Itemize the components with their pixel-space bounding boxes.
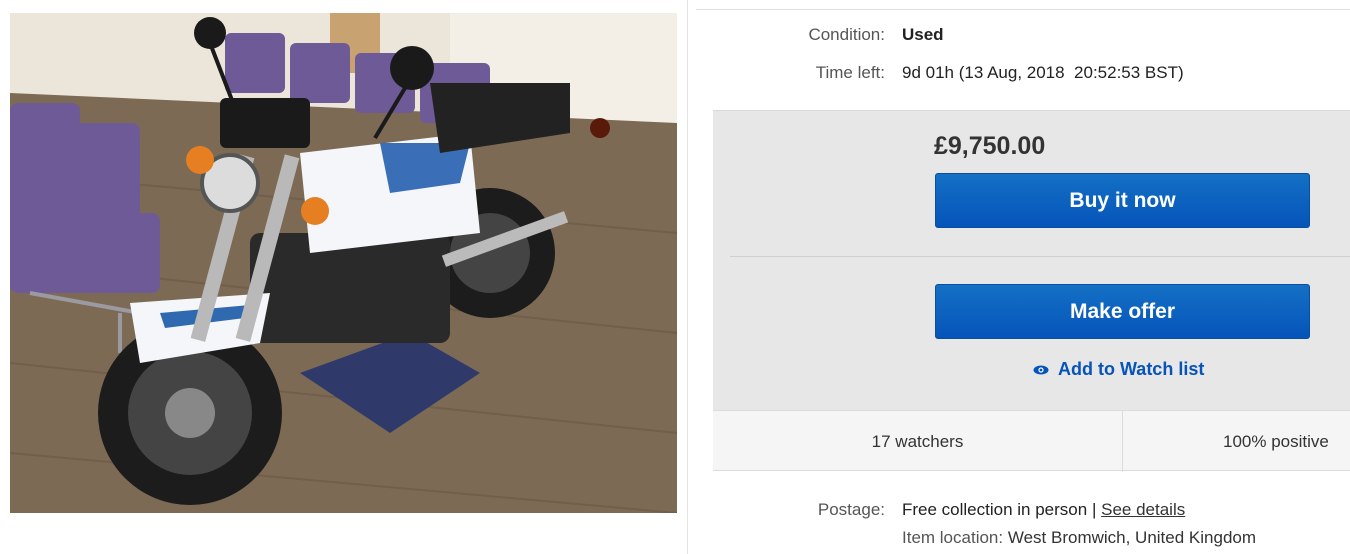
condition-label: Condition:	[808, 25, 885, 44]
buy-box-divider	[730, 256, 1350, 257]
time-left-label: Time left:	[815, 63, 885, 82]
time-left-row: Time left: 9d 01h (13 Aug, 2018 20:52:53…	[696, 63, 1350, 87]
seller-feedback: 100% positive	[1223, 431, 1329, 451]
watchers-count: 17 watchers	[713, 411, 1123, 472]
price: £9,750.00	[934, 132, 1046, 160]
photo-frame	[0, 0, 688, 554]
see-details-link[interactable]: See details	[1101, 500, 1185, 519]
eye-icon	[1033, 365, 1049, 374]
postage-section: Postage: Free collection in person | See…	[696, 498, 1350, 554]
top-divider	[696, 9, 1350, 10]
condition-row: Condition: Used	[696, 25, 1350, 49]
postage-method: Free collection in person	[902, 500, 1088, 519]
item-location-value: West Bromwich, United Kingdom	[1007, 528, 1257, 547]
item-location: Item location: West Bromwich, United Kin…	[902, 528, 1256, 548]
postage-separator: |	[1091, 500, 1097, 519]
add-to-watchlist-link[interactable]: Add to Watch list	[1033, 359, 1204, 380]
make-offer-button[interactable]: Make offer	[935, 284, 1310, 339]
postage-value: Free collection in person | See details	[902, 500, 1185, 520]
item-photo[interactable]	[10, 13, 677, 513]
item-location-label: Item location:	[902, 528, 1004, 547]
time-left-value: 9d 01h (13 Aug, 2018 20:52:53 BST)	[902, 63, 1184, 82]
buy-it-now-button[interactable]: Buy it now	[935, 173, 1310, 228]
item-details: Condition: Used Time left: 9d 01h (13 Au…	[696, 0, 1350, 554]
watchlist-label: Add to Watch list	[1058, 359, 1205, 379]
postage-label: Postage:	[817, 500, 885, 519]
buy-box: £9,750.00 Buy it now Make offer Add to W…	[713, 110, 1350, 410]
listing-page: Condition: Used Time left: 9d 01h (13 Au…	[0, 0, 1350, 554]
stats-bar: 17 watchers 100% positive	[713, 410, 1350, 472]
condition-value: Used	[902, 25, 944, 44]
